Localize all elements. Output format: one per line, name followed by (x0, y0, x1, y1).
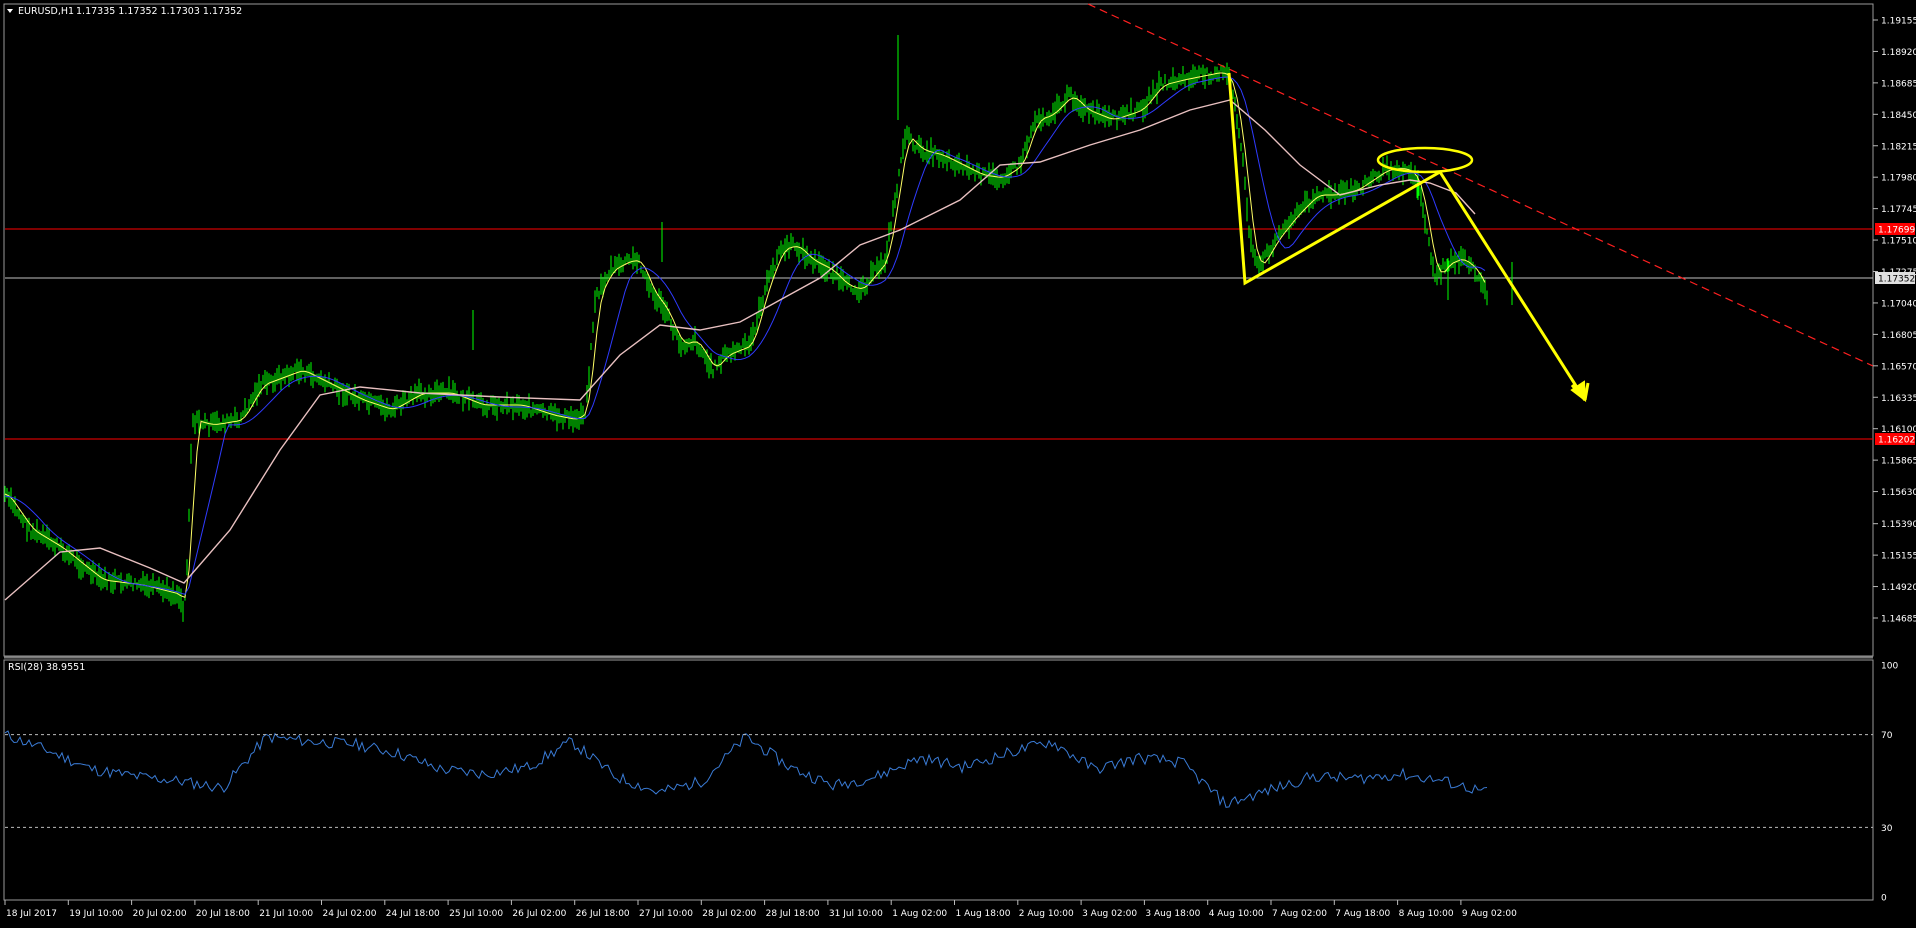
price-tick-label: 1.18685 (1881, 79, 1916, 89)
rsi-axis: 100 70 30 0 (5, 662, 1898, 904)
rsi-level-label: 30 (1881, 824, 1893, 834)
menu-triangle-icon[interactable] (7, 9, 13, 13)
price-tick-label: 1.18920 (1881, 48, 1916, 58)
rsi-pane-frame (3, 659, 1874, 901)
time-tick-label: 18 Jul 2017 (6, 909, 57, 919)
price-axis: 1.19155 1.18920 1.18685 1.18450 1.18215 1.179… (1873, 17, 1916, 625)
main-pane-frame (3, 3, 1874, 657)
price-tick-label: 1.16570 (1881, 362, 1916, 372)
time-tick-label: 1 Aug 02:00 (892, 909, 947, 919)
time-tick-label: 19 Jul 10:00 (69, 909, 123, 919)
time-tick-label: 2 Aug 10:00 (1019, 909, 1074, 919)
price-tick-label: 1.17980 (1881, 174, 1916, 184)
arrow-barb-right (1583, 382, 1590, 401)
time-tick-label: 26 Jul 18:00 (576, 909, 630, 919)
pattern-annotations (1087, 3, 1874, 403)
time-tick-label: 31 Jul 10:00 (829, 909, 883, 919)
price-tick-label: 1.17745 (1881, 205, 1916, 215)
price-tick-label: 1.16335 (1881, 394, 1916, 404)
price-tick-label: 1.17040 (1881, 299, 1916, 309)
time-tick-label: 20 Jul 18:00 (196, 909, 250, 919)
downtrend-line (1087, 3, 1874, 367)
price-tick-label: 1.15390 (1881, 520, 1916, 530)
horizontal-levels (5, 228, 1873, 440)
price-tick-label: 1.19155 (1881, 17, 1916, 27)
time-tick-label: 24 Jul 02:00 (323, 909, 377, 919)
time-tick-label: 27 Jul 10:00 (639, 909, 693, 919)
current-price-badge: 1.17352 (1878, 275, 1915, 285)
time-tick-label: 21 Jul 10:00 (259, 909, 313, 919)
price-tick-label: 1.16805 (1881, 331, 1916, 341)
ma-slow-line (4, 99, 1476, 601)
trading-chart-window: 1.19155 1.18920 1.18685 1.18450 1.18215 1.179… (0, 0, 1916, 924)
ohlc-values: 1.17335 1.17352 1.17303 1.17352 (76, 6, 242, 17)
time-tick-label: 9 Aug 02:00 (1462, 909, 1517, 919)
rsi-level-label: 0 (1881, 894, 1887, 904)
price-tick-label: 1.14920 (1881, 583, 1916, 593)
time-tick-label: 20 Jul 02:00 (133, 909, 187, 919)
time-tick-label: 28 Jul 02:00 (702, 909, 756, 919)
price-tick-label: 1.18215 (1881, 142, 1916, 152)
time-tick-label: 24 Jul 18:00 (386, 909, 440, 919)
rsi-level-label: 100 (1881, 662, 1898, 672)
rsi-label: RSI(28) 38.9551 (8, 662, 85, 673)
price-tick-label: 1.15630 (1881, 488, 1916, 498)
price-tick-label: 1.14685 (1881, 615, 1916, 625)
time-tick-label: 26 Jul 02:00 (512, 909, 566, 919)
price-tick-label: 1.15155 (1881, 552, 1916, 562)
support-price-badge: 1.16202 (1878, 436, 1915, 446)
resistance-price-badge: 1.17699 (1878, 226, 1915, 236)
rsi-plot (4, 730, 1488, 808)
time-tick-label: 8 Aug 10:00 (1399, 909, 1454, 919)
time-tick-label: 7 Aug 02:00 (1272, 909, 1327, 919)
time-tick-label: 3 Aug 02:00 (1082, 909, 1137, 919)
time-tick-label: 28 Jul 18:00 (766, 909, 820, 919)
price-tick-label: 1.17510 (1881, 237, 1916, 247)
chart-canvas: 1.19155 1.18920 1.18685 1.18450 1.18215 1.179… (3, 3, 1916, 919)
time-tick-label: 25 Jul 10:00 (449, 909, 503, 919)
price-tick-label: 1.18450 (1881, 111, 1916, 121)
time-tick-label: 1 Aug 18:00 (956, 909, 1011, 919)
symbol-label: EURUSD,H1 (18, 6, 74, 17)
time-tick-label: 4 Aug 10:00 (1209, 909, 1264, 919)
price-tick-label: 1.15865 (1881, 457, 1916, 467)
rsi-level-label: 70 (1881, 731, 1893, 741)
time-tick-label: 7 Aug 18:00 (1335, 909, 1390, 919)
time-axis: 18 Jul 2017 19 Jul 10:00 20 Jul 02:00 20 Ju… (4, 900, 1517, 919)
rsi-line (4, 730, 1488, 808)
time-tick-label: 3 Aug 18:00 (1145, 909, 1200, 919)
